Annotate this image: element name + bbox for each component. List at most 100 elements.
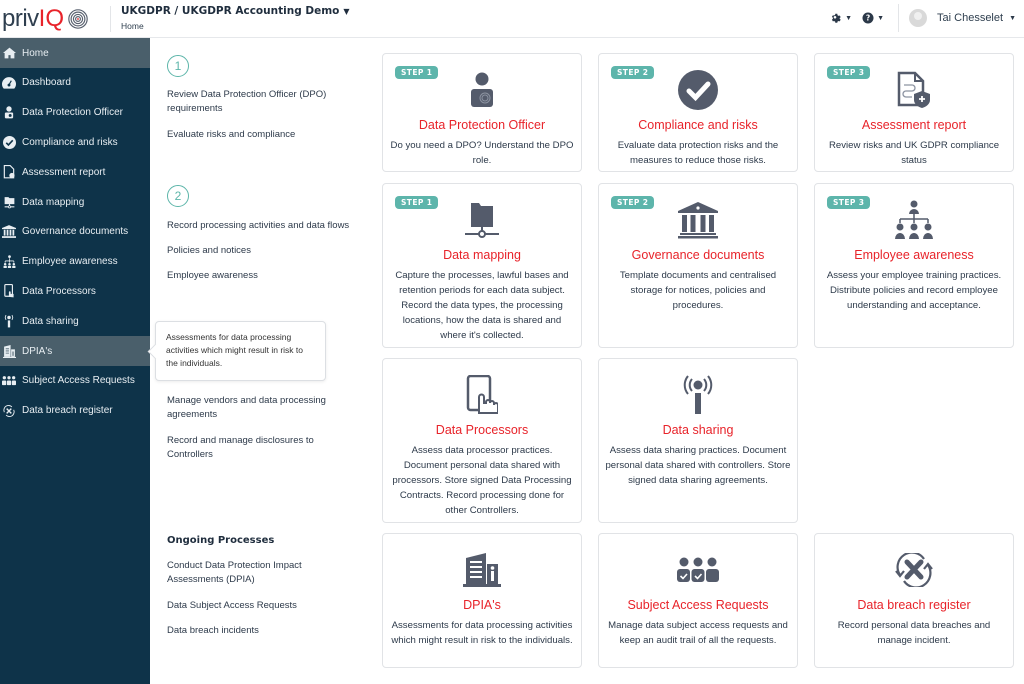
card-description: Manage data subject access requests and … bbox=[608, 620, 788, 646]
org-title: UKGDPR / UKGDPR Accounting Demo bbox=[121, 5, 340, 17]
left-link-processing[interactable]: Record processing activities and data fl… bbox=[167, 219, 372, 233]
left-link-employee[interactable]: Employee awareness bbox=[167, 269, 372, 283]
settings-menu[interactable]: ▼ bbox=[830, 12, 852, 24]
caret-down-icon: ▼ bbox=[877, 14, 885, 22]
sidebar-item-assessment-report[interactable]: Assessment report bbox=[0, 157, 150, 187]
user-name[interactable]: Tai Chesselet bbox=[937, 12, 1003, 24]
sidebar-item-label: Assessment report bbox=[22, 166, 106, 178]
card-data-breach-register[interactable]: Data breach register Record personal dat… bbox=[814, 533, 1014, 668]
logo-text: priv bbox=[2, 5, 39, 32]
card-title: Data sharing bbox=[662, 423, 734, 437]
sidebar: Home Dashboard Data Protection Officer C… bbox=[0, 38, 150, 684]
card-data-processors[interactable]: Data Processors Assess data processor pr… bbox=[382, 358, 582, 523]
left-link-sar[interactable]: Data Subject Access Requests bbox=[167, 599, 372, 613]
report-shield-icon bbox=[815, 68, 1013, 112]
card-description: Do you need a DPO? Understand the DPO ro… bbox=[390, 140, 574, 166]
left-link-vendors[interactable]: Manage vendors and data processing agree… bbox=[167, 394, 347, 422]
breadcrumb[interactable]: Home bbox=[121, 21, 144, 31]
divider bbox=[110, 6, 111, 32]
card-title: Compliance and risks bbox=[638, 118, 758, 132]
card-employee-awareness[interactable]: STEP 3 Employee awareness Assess your em… bbox=[814, 183, 1014, 348]
card-data-mapping[interactable]: STEP 1 Data mapping Capture the processe… bbox=[382, 183, 582, 348]
sidebar-item-data-sharing[interactable]: Data sharing bbox=[0, 306, 150, 336]
org-chart-icon bbox=[815, 198, 1013, 242]
card-dpias[interactable]: DPIA's Assessments for data processing a… bbox=[382, 533, 582, 668]
help-menu[interactable]: ? ▼ bbox=[862, 12, 884, 24]
sidebar-item-employee-awareness[interactable]: Employee awareness bbox=[0, 247, 150, 277]
sidebar-item-label: Data sharing bbox=[22, 315, 79, 327]
help-icon: ? bbox=[862, 12, 874, 24]
check-circle-icon bbox=[2, 135, 16, 149]
divider bbox=[898, 4, 900, 32]
sidebar-item-label: Data Processors bbox=[22, 285, 96, 297]
card-assessment-report[interactable]: STEP 3 Assessment report Review risks an… bbox=[814, 53, 1014, 172]
svg-text:?: ? bbox=[866, 14, 870, 23]
card-compliance-and-risks[interactable]: STEP 2 Compliance and risks Evaluate dat… bbox=[598, 53, 798, 172]
logo-text-accent: IQ bbox=[38, 5, 65, 32]
sidebar-item-label: Home bbox=[22, 47, 49, 59]
sidebar-item-subject-access-requests[interactable]: Subject Access Requests bbox=[0, 366, 150, 396]
card-title: Governance documents bbox=[631, 248, 765, 262]
sidebar-item-data-mapping[interactable]: Data mapping bbox=[0, 187, 150, 217]
step-number-2: 2 bbox=[167, 185, 189, 207]
left-link-risks[interactable]: Evaluate risks and compliance bbox=[167, 128, 372, 142]
sidebar-item-label: DPIA's bbox=[22, 345, 53, 357]
folder-network-icon bbox=[2, 195, 16, 209]
left-link-disclosures[interactable]: Record and manage disclosures to Control… bbox=[167, 434, 337, 462]
gear-icon bbox=[832, 13, 841, 23]
caret-down-icon[interactable]: ▼ bbox=[1009, 15, 1016, 22]
caret-down-icon: ▼ bbox=[343, 7, 350, 16]
sidebar-item-compliance-and-risks[interactable]: Compliance and risks bbox=[0, 128, 150, 158]
sidebar-item-label: Compliance and risks bbox=[22, 136, 118, 148]
org-selector[interactable]: UKGDPR / UKGDPR Accounting Demo ▼ bbox=[121, 5, 350, 17]
card-data-sharing[interactable]: Data sharing Assess data sharing practic… bbox=[598, 358, 798, 523]
user-badge-icon bbox=[2, 106, 16, 120]
bank-icon bbox=[599, 198, 797, 242]
left-link-breach[interactable]: Data breach incidents bbox=[167, 624, 372, 638]
card-title: Data Protection Officer bbox=[418, 118, 546, 132]
user-badge-icon bbox=[383, 68, 581, 112]
card-description: Template documents and centralised stora… bbox=[619, 270, 777, 311]
breach-icon bbox=[815, 548, 1013, 592]
sidebar-item-home[interactable]: Home bbox=[0, 38, 150, 68]
org-chart-icon bbox=[2, 255, 16, 269]
building-info-icon bbox=[383, 548, 581, 592]
top-bar: priv IQ UKGDPR / UKGDPR Accounting Demo ▼ … bbox=[0, 0, 1024, 38]
bank-icon bbox=[2, 225, 16, 239]
sidebar-item-governance-documents[interactable]: Governance documents bbox=[0, 217, 150, 247]
card-governance-documents[interactable]: STEP 2 Governance documents Template doc… bbox=[598, 183, 798, 348]
caret-down-icon: ▼ bbox=[845, 14, 853, 22]
sidebar-item-label: Data breach register bbox=[22, 405, 113, 417]
sidebar-item-label: Governance documents bbox=[22, 226, 129, 238]
card-description: Assess data sharing practices. Document … bbox=[605, 445, 791, 486]
sidebar-item-label: Subject Access Requests bbox=[22, 375, 135, 387]
sidebar-item-data-processors[interactable]: Data Processors bbox=[0, 277, 150, 307]
sidebar-item-dashboard[interactable]: Dashboard bbox=[0, 68, 150, 98]
toolbar: ▼ ? ▼ Tai Chesselet ▼ bbox=[830, 0, 1024, 36]
logo[interactable]: priv IQ bbox=[2, 4, 89, 34]
avatar[interactable] bbox=[909, 9, 928, 27]
card-title: Subject Access Requests bbox=[627, 598, 769, 612]
broadcast-icon bbox=[2, 314, 16, 328]
breach-icon bbox=[2, 404, 16, 418]
card-title: Data breach register bbox=[857, 598, 971, 612]
tablet-touch-icon bbox=[2, 284, 16, 298]
card-description: Review risks and UK GDPR compliance stat… bbox=[828, 140, 1000, 166]
sidebar-item-data-breach-register[interactable]: Data breach register bbox=[0, 396, 150, 426]
home-icon bbox=[2, 46, 16, 60]
left-link-policies[interactable]: Policies and notices bbox=[167, 244, 372, 258]
fingerprint-icon bbox=[68, 9, 88, 29]
card-subject-access-requests[interactable]: Subject Access Requests Manage data subj… bbox=[598, 533, 798, 668]
sidebar-item-dpias[interactable]: DPIA's bbox=[0, 336, 150, 366]
tablet-touch-icon bbox=[383, 373, 581, 417]
building-info-icon bbox=[2, 344, 16, 358]
card-title: Assessment report bbox=[861, 118, 967, 132]
sidebar-item-data-protection-officer[interactable]: Data Protection Officer bbox=[0, 98, 150, 128]
left-link-dpia[interactable]: Conduct Data Protection Impact Assessmen… bbox=[167, 559, 337, 587]
card-data-protection-officer[interactable]: STEP 1 Data Protection Officer Do you ne… bbox=[382, 53, 582, 172]
report-icon bbox=[2, 165, 16, 179]
check-circle-icon bbox=[599, 68, 797, 112]
card-description: Evaluate data protection risks and the m… bbox=[617, 140, 779, 166]
card-title: DPIA's bbox=[463, 598, 501, 612]
left-link-dpo[interactable]: Review Data Protection Officer (DPO) req… bbox=[167, 88, 372, 116]
